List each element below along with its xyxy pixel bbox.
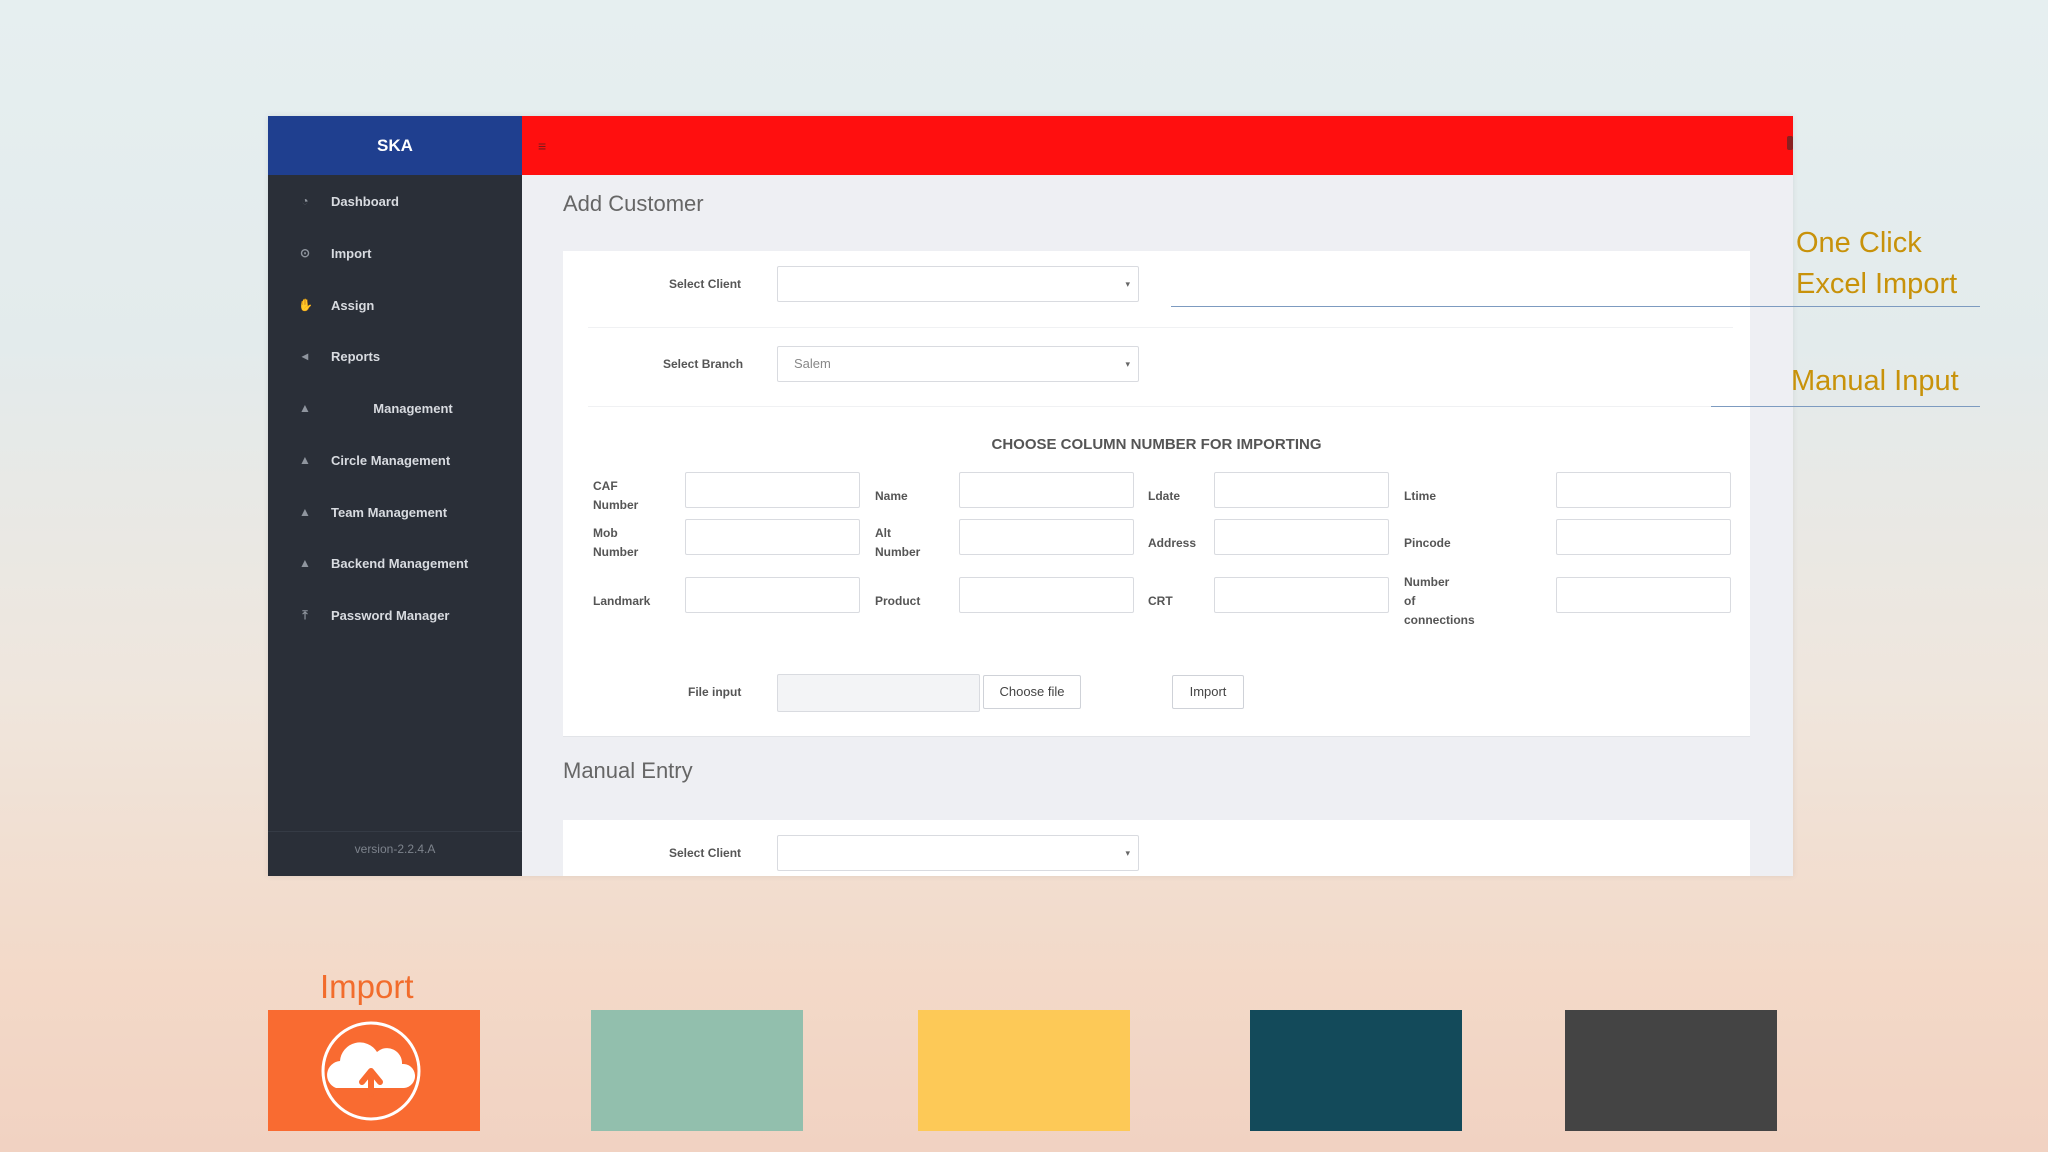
alt-number-label: Alt Number (875, 526, 921, 559)
pincode-input[interactable] (1556, 519, 1731, 555)
color-tile-charcoal (1565, 1010, 1777, 1131)
file-input-label: File input (688, 685, 742, 699)
import-button[interactable]: Import (1172, 675, 1244, 709)
section-title: CHOOSE COLUMN NUMBER FOR IMPORTING (991, 436, 1322, 453)
select-client-dropdown[interactable]: ▾ (777, 266, 1139, 302)
ltime-input[interactable] (1556, 472, 1731, 508)
ldate-label: Ldate (1148, 489, 1181, 503)
crt-input[interactable] (1214, 577, 1389, 613)
caf-number-input[interactable] (685, 472, 860, 508)
manual-input-annotation: Manual Input (1791, 365, 1959, 397)
sidebar-item-label: Assign (331, 297, 375, 313)
manual-select-client-dropdown[interactable]: ▾ (777, 835, 1139, 871)
color-tile-yellow (918, 1010, 1130, 1131)
app-window: SKA ◔ Dashboard ⊙ Import ✋ Assign ◂ Repo… (268, 116, 1793, 876)
one-click-excel-import-annotation: One Click Excel Import (1796, 223, 1957, 305)
import-panel: Select Client ▾ Select Branch Salem ▾ CH… (563, 251, 1750, 737)
sidebar-item-label: Import (331, 245, 372, 261)
select-branch-label: Select Branch (663, 357, 744, 371)
sidebar-item-team-management[interactable]: ▲ Team Management (268, 495, 522, 529)
number-of-connections-label: Number of connections (1404, 575, 1475, 627)
crt-label: CRT (1148, 594, 1173, 608)
address-label: Address (1148, 536, 1197, 550)
sidebar-item-assign[interactable]: ✋ Assign (268, 288, 522, 322)
manual-entry-title: Manual Entry (563, 758, 693, 783)
select-branch-value: Salem (794, 356, 831, 371)
color-tile-teal (1250, 1010, 1462, 1131)
brand-logo[interactable]: SKA (268, 116, 522, 175)
users-icon: ▲ (299, 556, 311, 570)
sidebar-item-password-manager[interactable]: ⤒ Password Manager (268, 598, 522, 632)
main-content: Add Customer Select Client ▾ Select Bran… (522, 175, 1793, 876)
mob-number-input[interactable] (685, 519, 860, 555)
users-icon: ▲ (299, 505, 311, 519)
product-label: Product (875, 594, 921, 608)
hamburger-menu-icon[interactable]: ≡ (538, 138, 546, 154)
annotation-pointer-line (1171, 306, 1980, 307)
landmark-input[interactable] (685, 577, 860, 613)
select-client-label: Select Client (669, 277, 742, 291)
sidebar-item-backend-management[interactable]: ▲ Backend Management (268, 546, 522, 580)
cloud-upload-icon (321, 1021, 421, 1121)
landmark-label: Landmark (593, 594, 651, 608)
name-label: Name (875, 489, 908, 503)
alt-number-input[interactable] (959, 519, 1134, 555)
manual-entry-panel: Select Client ▾ (563, 820, 1750, 876)
megaphone-icon: ◂ (301, 349, 309, 363)
import-caption: Import (320, 968, 414, 1005)
annotation-pointer-line (1711, 406, 1980, 407)
sidebar-item-dashboard[interactable]: ◔ Dashboard (268, 184, 522, 218)
caf-number-label: CAF Number (593, 479, 639, 512)
import-icon: ⊙ (299, 246, 311, 260)
dashboard-icon: ◔ (301, 194, 309, 208)
sidebar-item-import[interactable]: ⊙ Import (268, 236, 522, 270)
sidebar-item-label: Backend Management (331, 555, 469, 571)
divider (588, 406, 1733, 407)
choose-file-button[interactable]: Choose file (983, 675, 1081, 709)
sidebar-item-circle-management[interactable]: ▲ Circle Management (268, 443, 522, 477)
thumbs-up-icon: ✋ (298, 298, 313, 312)
ldate-input[interactable] (1214, 472, 1389, 508)
chevron-down-icon: ▾ (1125, 279, 1130, 289)
select-branch-dropdown[interactable]: Salem ▾ (777, 346, 1139, 382)
sidebar-item-label: Team Management (331, 504, 448, 520)
chevron-down-icon: ▾ (1125, 359, 1130, 369)
version-label: version-2.2.4.A (268, 831, 522, 856)
top-navbar: ≡ (522, 116, 1793, 175)
chevron-down-icon: ▾ (1125, 848, 1130, 858)
sidebar-item-label: Circle Management (331, 452, 451, 468)
color-tile-sage (591, 1010, 803, 1131)
sidebar-item-management[interactable]: ▲ Management (268, 391, 522, 425)
sidebar-item-label: Management (373, 400, 453, 416)
divider (588, 327, 1733, 328)
import-tile[interactable] (268, 1010, 480, 1131)
pincode-label: Pincode (1404, 536, 1451, 550)
file-path-field[interactable] (777, 674, 980, 712)
select-client-label: Select Client (669, 846, 742, 860)
ltime-label: Ltime (1404, 489, 1437, 503)
sidebar-item-label: Dashboard (331, 193, 399, 209)
annotation-line-1: One Click (1796, 227, 1922, 259)
name-input[interactable] (959, 472, 1134, 508)
product-input[interactable] (959, 577, 1134, 613)
mob-number-label: Mob Number (593, 526, 639, 559)
upload-icon: ⤒ (302, 608, 308, 622)
user-icon: ▲ (299, 453, 311, 467)
sidebar: SKA ◔ Dashboard ⊙ Import ✋ Assign ◂ Repo… (268, 116, 522, 876)
address-input[interactable] (1214, 519, 1389, 555)
sidebar-item-reports[interactable]: ◂ Reports (268, 339, 522, 373)
number-of-connections-input[interactable] (1556, 577, 1731, 613)
page-title: Add Customer (563, 191, 704, 216)
sidebar-item-label: Reports (331, 348, 381, 364)
annotation-line-2: Excel Import (1796, 268, 1958, 300)
user-menu-icon[interactable] (1787, 136, 1793, 150)
sidebar-item-label: Password Manager (331, 607, 450, 623)
